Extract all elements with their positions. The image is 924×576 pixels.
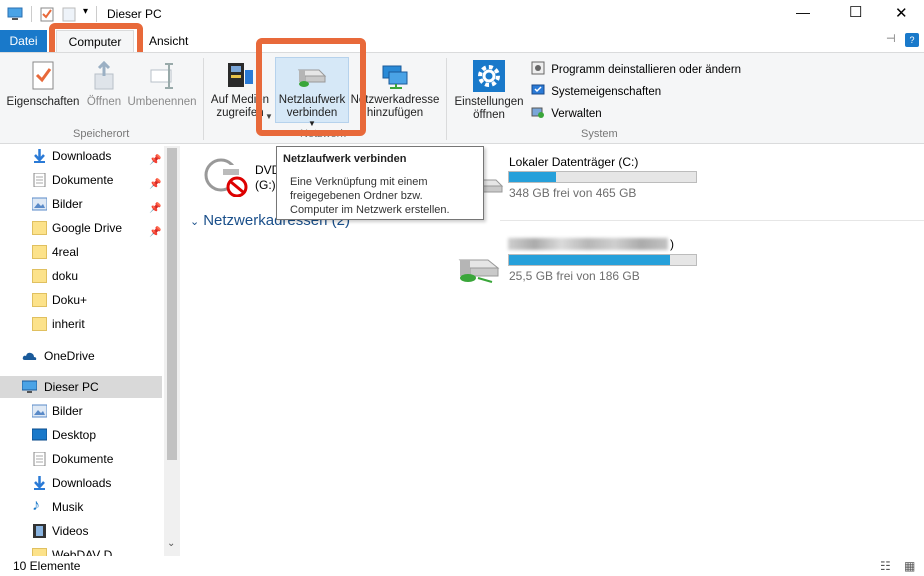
- document-icon: [33, 452, 46, 466]
- large-icons-view-icon[interactable]: ▦: [904, 559, 915, 573]
- network-drive-name-blurred: [508, 238, 668, 250]
- nav-item-videos[interactable]: Videos: [0, 520, 162, 542]
- network-location-icon: [382, 65, 408, 89]
- desktop-icon: [32, 428, 47, 441]
- einstellungen-oeffnen-button[interactable]: Einstellungen öffnen: [452, 60, 526, 122]
- folder-icon: [32, 293, 47, 307]
- group-label-speicherort: Speicherort: [73, 128, 130, 140]
- verwalten-button[interactable]: Verwalten: [531, 105, 602, 121]
- download-arrow-icon: [34, 476, 45, 490]
- nav-scrollbar[interactable]: ⌄: [164, 146, 180, 556]
- document-icon: [33, 173, 46, 187]
- item-count: 10 Elemente: [13, 559, 81, 573]
- navigation-pane: Downloads 📌 Dokumente 📌 Bilder 📌 Google …: [0, 146, 180, 556]
- tab-ansicht[interactable]: Ansicht: [149, 34, 188, 48]
- cloud-icon: [22, 352, 37, 360]
- download-arrow-icon: [34, 149, 45, 163]
- scroll-down-icon[interactable]: ⌄: [167, 538, 175, 549]
- nav-item-bilder[interactable]: Bilder 📌: [0, 193, 162, 215]
- help-icon[interactable]: ?: [905, 33, 919, 47]
- pin-ribbon-icon[interactable]: ⊣: [886, 32, 896, 45]
- media-server-icon: [228, 63, 253, 87]
- network-drive-usage-bar: [508, 254, 697, 266]
- nav-scrollbar-thumb[interactable]: [167, 148, 177, 460]
- nav-item-downloads-pc[interactable]: Downloads: [0, 472, 162, 494]
- group-label-system: System: [581, 128, 618, 140]
- dvd-drive-item[interactable]: [203, 157, 249, 200]
- tooltip: Netzlaufwerk verbinden Eine Verknüpfung …: [276, 146, 484, 220]
- nav-item-doku[interactable]: doku: [0, 265, 162, 287]
- close-button[interactable]: ✕: [895, 4, 908, 22]
- nav-item-dokumente-pc[interactable]: Dokumente: [0, 448, 162, 470]
- window-title: Dieser PC: [107, 7, 162, 21]
- status-bar: 10 Elemente ☷ ▦: [0, 556, 924, 576]
- oeffnen-button[interactable]: Öffnen: [84, 60, 124, 109]
- pin-icon[interactable]: 📌: [149, 222, 161, 238]
- pictures-icon: [32, 197, 47, 211]
- nav-item-google-drive[interactable]: Google Drive 📌: [0, 217, 162, 239]
- local-drive-free: 348 GB frei von 465 GB: [509, 186, 637, 200]
- local-drive-name[interactable]: Lokaler Datenträger (C:): [509, 155, 638, 169]
- nav-item-webdav[interactable]: WebDAV D: [0, 544, 162, 556]
- maximize-button[interactable]: ☐: [849, 3, 862, 21]
- folder-icon: [32, 245, 47, 259]
- this-pc-icon: [22, 380, 37, 393]
- tooltip-body: Eine Verknüpfung mit einem freigegebenen…: [290, 176, 450, 216]
- folder-icon: [32, 221, 47, 235]
- properties-quick-icon[interactable]: [40, 6, 54, 22]
- collapse-chevron-icon[interactable]: ⌄: [190, 216, 199, 228]
- uninstall-icon: [531, 61, 545, 75]
- nav-item-dieser-pc[interactable]: Dieser PC: [0, 376, 162, 398]
- dvd-drive-icon: [204, 158, 248, 198]
- pictures-icon: [32, 404, 47, 418]
- network-drive-icon: [458, 259, 500, 283]
- nav-item-musik[interactable]: ♪ Musik: [0, 496, 162, 518]
- nav-item-bilder-pc[interactable]: Bilder: [0, 400, 162, 422]
- nav-item-downloads[interactable]: Downloads 📌: [0, 146, 162, 167]
- nav-item-desktop[interactable]: Desktop: [0, 424, 162, 446]
- folder-icon: [32, 269, 47, 283]
- programm-deinstallieren-button[interactable]: Programm deinstallieren oder ändern: [531, 61, 741, 77]
- nav-item-dokumente[interactable]: Dokumente 📌: [0, 169, 162, 191]
- nav-item-4real[interactable]: 4real: [0, 241, 162, 263]
- film-icon: [33, 524, 46, 538]
- pin-icon[interactable]: 📌: [149, 198, 161, 214]
- tab-datei[interactable]: Datei: [0, 30, 47, 52]
- systemeigenschaften-button[interactable]: Systemeigenschaften: [531, 83, 661, 99]
- rename-icon: [150, 63, 173, 89]
- quick-access-dropdown-icon[interactable]: ▾: [83, 6, 88, 17]
- nav-item-onedrive[interactable]: OneDrive: [0, 345, 162, 367]
- new-folder-quick-icon[interactable]: [62, 6, 76, 22]
- network-drive-name-tail: ): [670, 237, 674, 251]
- local-drive-usage-bar: [508, 171, 697, 183]
- eigenschaften-button[interactable]: Eigenschaften: [4, 60, 82, 109]
- nav-item-doku-plus[interactable]: Doku+: [0, 289, 162, 311]
- minimize-button[interactable]: —: [796, 4, 810, 20]
- nav-item-inherit[interactable]: inherit: [0, 313, 162, 335]
- network-drive-item[interactable]: [454, 248, 502, 289]
- network-drive-free: 25,5 GB frei von 186 GB: [509, 269, 640, 283]
- section-divider: [500, 220, 924, 221]
- pin-icon[interactable]: 📌: [149, 150, 161, 166]
- folder-icon: [32, 317, 47, 331]
- details-view-icon[interactable]: ☷: [880, 559, 891, 573]
- music-note-icon: ♪: [32, 497, 40, 514]
- settings-gear-icon: [473, 60, 505, 92]
- umbenennen-button[interactable]: Umbenennen: [126, 60, 198, 109]
- tooltip-title: Netzlaufwerk verbinden: [283, 153, 407, 165]
- properties-icon: [32, 61, 54, 90]
- highlight-netzlaufwerk-button: [256, 38, 366, 136]
- pin-icon[interactable]: 📌: [149, 174, 161, 190]
- computer-icon[interactable]: [7, 7, 23, 21]
- folder-icon: [32, 548, 47, 556]
- manage-icon: [531, 107, 544, 118]
- open-icon: [94, 60, 114, 90]
- system-properties-icon: [531, 84, 545, 95]
